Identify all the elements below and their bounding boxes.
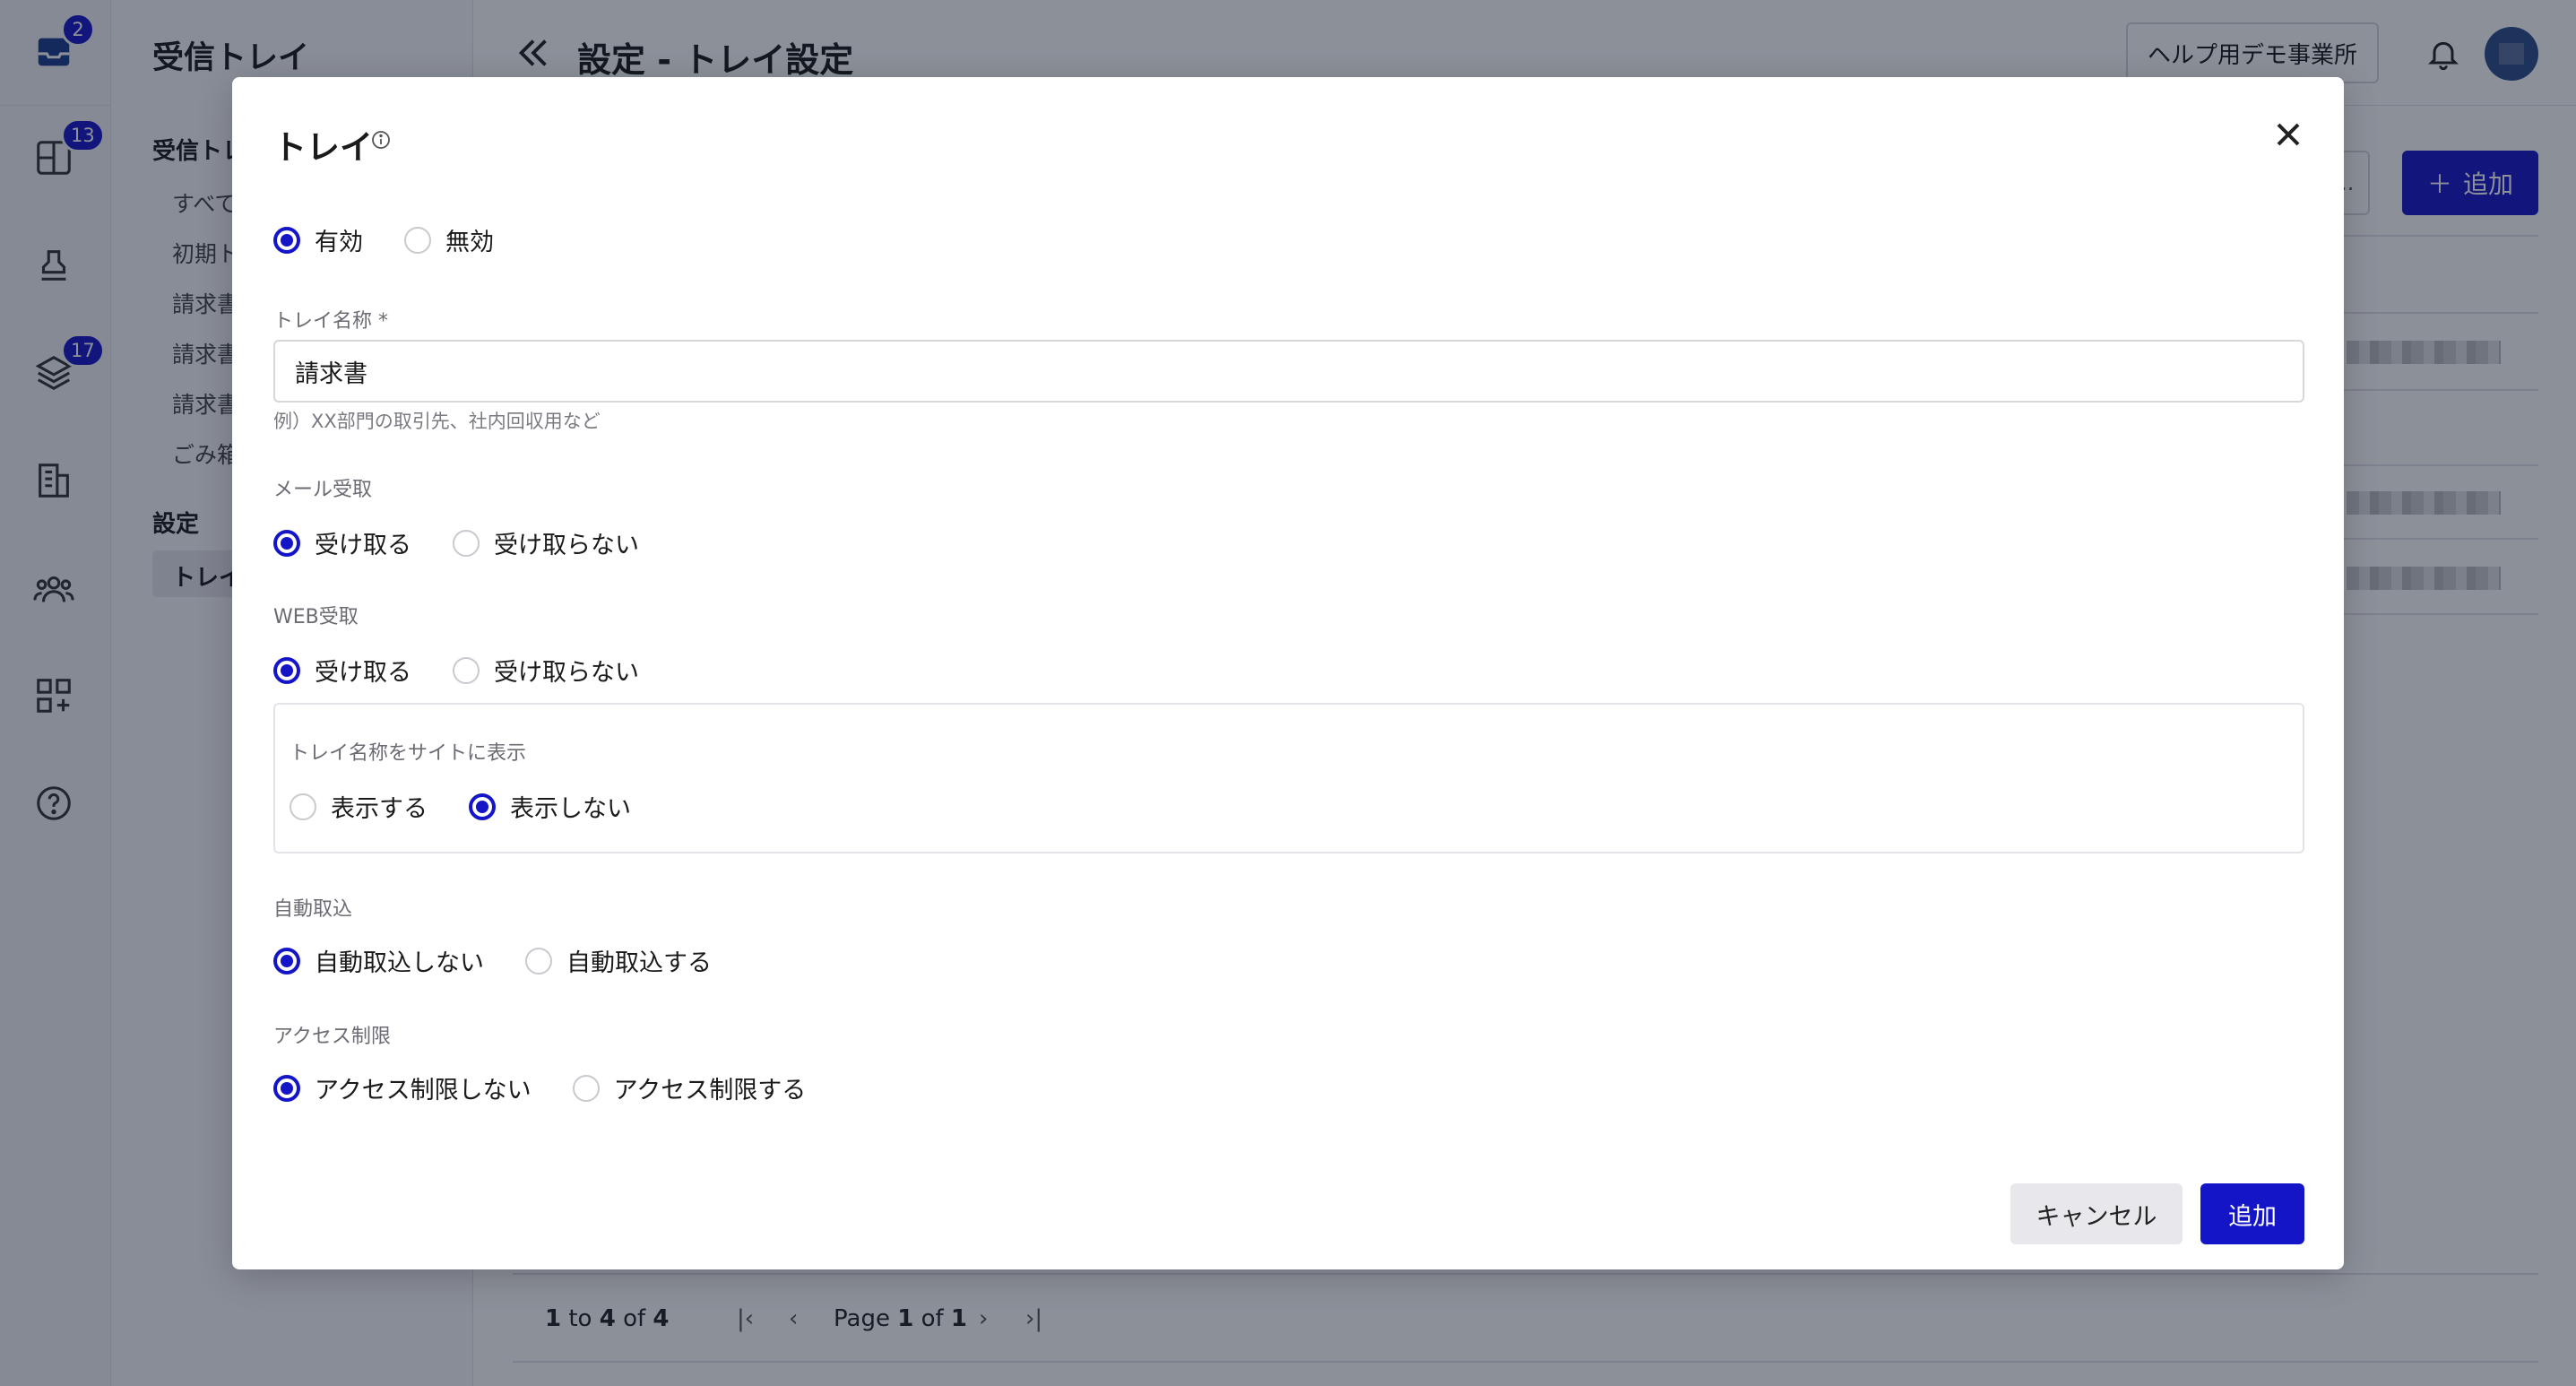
auto-import-radio-group: 自動取込しない 自動取込する (273, 943, 753, 978)
auto-import-off-radio[interactable]: 自動取込しない (273, 943, 484, 978)
submit-add-button[interactable]: 追加 (2200, 1183, 2304, 1244)
tray-name-hint: 例）XX部門の取引先、社内回収用など (273, 411, 601, 432)
web-display-radio-group: 表示する 表示しない (290, 789, 672, 824)
auto-import-label: 自動取込 (273, 898, 353, 921)
access-restriction-radio-group: アクセス制限しない アクセス制限する (273, 1070, 847, 1105)
web-receive-label: WEB受取 (273, 606, 359, 628)
status-radio-group: 有効 無効 (273, 222, 535, 257)
cancel-button[interactable]: キャンセル (2010, 1183, 2183, 1244)
mail-receive-radio-group: 受け取る 受け取らない (273, 525, 680, 560)
mail-receive-yes-radio[interactable]: 受け取る (273, 525, 411, 560)
tray-name-label: トレイ名称 * (273, 310, 388, 333)
status-disabled-radio[interactable]: 無効 (404, 222, 494, 257)
web-receive-no-radio[interactable]: 受け取らない (453, 653, 639, 688)
access-restriction-on-radio[interactable]: アクセス制限する (572, 1070, 806, 1105)
dialog-title: トレイ (273, 128, 373, 167)
status-enabled-radio[interactable]: 有効 (273, 222, 363, 257)
tray-dialog: トレイ 有効 無効 トレイ名称 * 請求書 例）XX部門の取引先、社内回収用など… (232, 77, 2344, 1269)
mail-receive-label: メール受取 (273, 479, 373, 501)
info-icon[interactable] (370, 129, 392, 151)
auto-import-on-radio[interactable]: 自動取込する (525, 943, 712, 978)
access-restriction-label: アクセス制限 (273, 1026, 391, 1048)
web-display-box: トレイ名称をサイトに表示 表示する 表示しない (273, 703, 2304, 853)
access-restriction-off-radio[interactable]: アクセス制限しない (273, 1070, 532, 1105)
mail-receive-no-radio[interactable]: 受け取らない (453, 525, 639, 560)
web-display-hide-radio[interactable]: 表示しない (469, 789, 631, 824)
web-display-label: トレイ名称をサイトに表示 (290, 742, 527, 765)
web-receive-radio-group: 受け取る 受け取らない (273, 653, 680, 688)
close-icon[interactable] (2269, 115, 2308, 154)
tray-name-input[interactable]: 請求書 (273, 340, 2304, 403)
web-receive-yes-radio[interactable]: 受け取る (273, 653, 411, 688)
web-display-show-radio[interactable]: 表示する (290, 789, 428, 824)
